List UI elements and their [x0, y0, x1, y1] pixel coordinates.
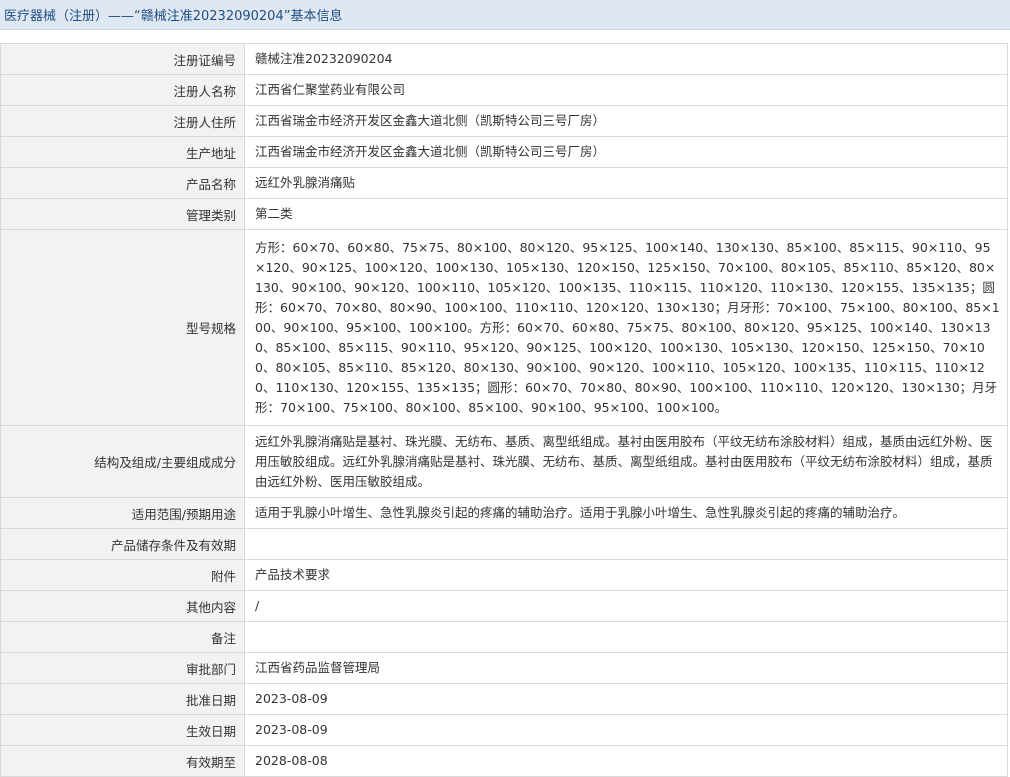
field-label-registration-number: 注册证编号	[0, 43, 245, 75]
table-row: 结构及组成/主要组成成分 远红外乳腺消痛贴是基衬、珠光膜、无纺布、基质、离型纸组…	[0, 425, 1008, 498]
table-row: 批准日期 2023-08-09	[0, 683, 1008, 715]
page-title-bar: 医疗器械（注册）——“赣械注准20232090204”基本信息	[0, 0, 1010, 30]
field-value-model-spec: 方形：60×70、60×80、75×75、80×100、80×120、95×12…	[244, 229, 1008, 426]
table-row: 管理类别 第二类	[0, 198, 1008, 230]
field-label-attachment: 附件	[0, 559, 245, 591]
registration-info-table: 注册证编号 赣械注准20232090204 注册人名称 江西省仁聚堂药业有限公司…	[0, 43, 1008, 777]
field-value-registration-number: 赣械注准20232090204	[244, 43, 1008, 75]
table-row: 生效日期 2023-08-09	[0, 714, 1008, 746]
field-label-storage-conditions: 产品储存条件及有效期	[0, 528, 245, 560]
field-label-production-address: 生产地址	[0, 136, 245, 168]
table-row: 其他内容 /	[0, 590, 1008, 622]
field-value-composition: 远红外乳腺消痛贴是基衬、珠光膜、无纺布、基质、离型纸组成。基衬由医用胶布（平纹无…	[244, 425, 1008, 498]
field-value-attachment: 产品技术要求	[244, 559, 1008, 591]
field-value-management-category: 第二类	[244, 198, 1008, 230]
table-row: 注册人住所 江西省瑞金市经济开发区金鑫大道北侧（凯斯特公司三号厂房）	[0, 105, 1008, 137]
field-value-storage-conditions	[244, 528, 1008, 560]
field-value-approval-date: 2023-08-09	[244, 683, 1008, 715]
field-value-remarks	[244, 621, 1008, 653]
field-label-approval-department: 审批部门	[0, 652, 245, 684]
field-label-approval-date: 批准日期	[0, 683, 245, 715]
table-row: 产品名称 远红外乳腺消痛贴	[0, 167, 1008, 199]
field-label-registrant-address: 注册人住所	[0, 105, 245, 137]
field-value-approval-department: 江西省药品监督管理局	[244, 652, 1008, 684]
field-value-production-address: 江西省瑞金市经济开发区金鑫大道北侧（凯斯特公司三号厂房）	[244, 136, 1008, 168]
field-value-registrant-name: 江西省仁聚堂药业有限公司	[244, 74, 1008, 106]
table-row: 备注	[0, 621, 1008, 653]
field-label-other-content: 其他内容	[0, 590, 245, 622]
table-row: 附件 产品技术要求	[0, 559, 1008, 591]
field-label-effective-date: 生效日期	[0, 714, 245, 746]
field-label-composition: 结构及组成/主要组成成分	[0, 425, 245, 498]
page-title: 医疗器械（注册）——“赣械注准20232090204”基本信息	[4, 9, 343, 24]
field-value-registrant-address: 江西省瑞金市经济开发区金鑫大道北侧（凯斯特公司三号厂房）	[244, 105, 1008, 137]
table-row: 注册证编号 赣械注准20232090204	[0, 43, 1008, 75]
field-value-product-name: 远红外乳腺消痛贴	[244, 167, 1008, 199]
field-value-intended-use: 适用于乳腺小叶增生、急性乳腺炎引起的疼痛的辅助治疗。适用于乳腺小叶增生、急性乳腺…	[244, 497, 1008, 529]
field-label-remarks: 备注	[0, 621, 245, 653]
table-row: 注册人名称 江西省仁聚堂药业有限公司	[0, 74, 1008, 106]
table-row: 审批部门 江西省药品监督管理局	[0, 652, 1008, 684]
field-label-registrant-name: 注册人名称	[0, 74, 245, 106]
table-row: 型号规格 方形：60×70、60×80、75×75、80×100、80×120、…	[0, 229, 1008, 426]
field-label-model-spec: 型号规格	[0, 229, 245, 426]
field-label-intended-use: 适用范围/预期用途	[0, 497, 245, 529]
table-row: 适用范围/预期用途 适用于乳腺小叶增生、急性乳腺炎引起的疼痛的辅助治疗。适用于乳…	[0, 497, 1008, 529]
field-label-product-name: 产品名称	[0, 167, 245, 199]
table-row: 产品储存条件及有效期	[0, 528, 1008, 560]
field-label-management-category: 管理类别	[0, 198, 245, 230]
table-row: 生产地址 江西省瑞金市经济开发区金鑫大道北侧（凯斯特公司三号厂房）	[0, 136, 1008, 168]
field-value-other-content: /	[244, 590, 1008, 622]
field-value-effective-date: 2023-08-09	[244, 714, 1008, 746]
